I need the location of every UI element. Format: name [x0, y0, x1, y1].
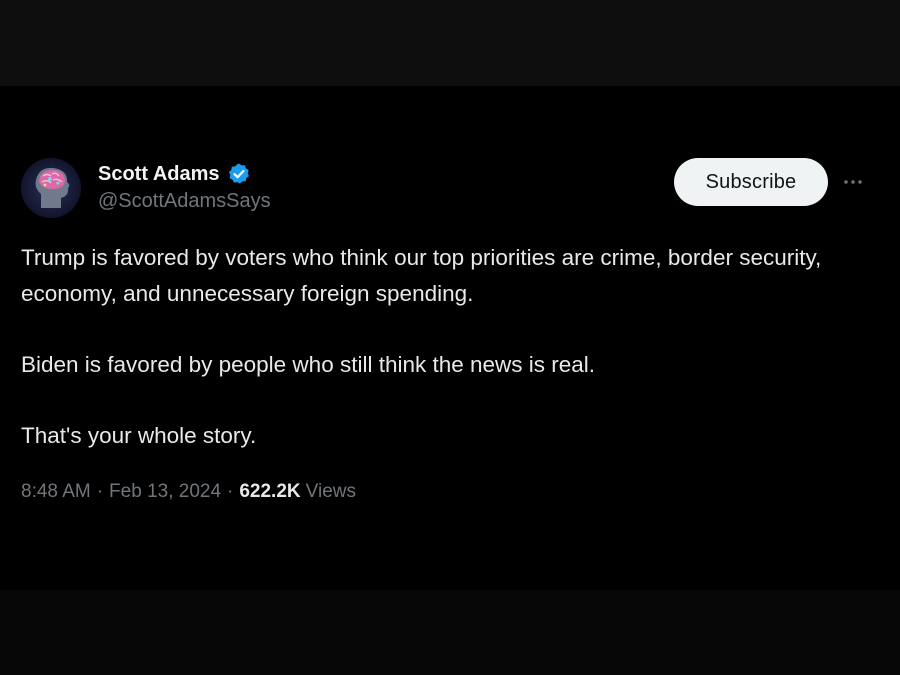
meta-separator: · [96, 481, 104, 502]
subscribe-button[interactable]: Subscribe [674, 158, 828, 206]
tweet-paragraph: That's your whole story. [21, 423, 257, 448]
tweet-time[interactable]: 8:48 AM [21, 481, 91, 503]
top-dark-band [0, 0, 900, 86]
verified-badge-icon[interactable] [227, 162, 251, 186]
author-name-row: Scott Adams [98, 162, 251, 186]
tweet-paragraph: Trump is favored by voters who think our… [21, 245, 822, 306]
tweet-paragraph: Biden is favored by people who still thi… [21, 352, 596, 377]
tweet-date[interactable]: Feb 13, 2024 [109, 481, 221, 503]
brain-head-avatar-icon [21, 158, 81, 218]
tweet-card: Scott Adams @ScottAdamsSays Subscribe Tr… [0, 86, 900, 590]
views-label: Views [305, 481, 356, 502]
views-count[interactable]: 622.2K [239, 481, 300, 503]
avatar[interactable] [21, 158, 81, 218]
bottom-dark-band [0, 590, 900, 675]
more-options-button[interactable] [840, 170, 866, 194]
meta-separator: · [227, 481, 234, 502]
author-handle[interactable]: @ScottAdamsSays [98, 190, 271, 213]
author-display-name[interactable]: Scott Adams [98, 163, 220, 186]
tweet-text: Trump is favored by voters who think our… [21, 240, 871, 489]
more-options-icon [844, 180, 862, 184]
tweet-meta: 8:48 AM · Feb 13, 2024 · 622.2K Views [21, 481, 356, 503]
